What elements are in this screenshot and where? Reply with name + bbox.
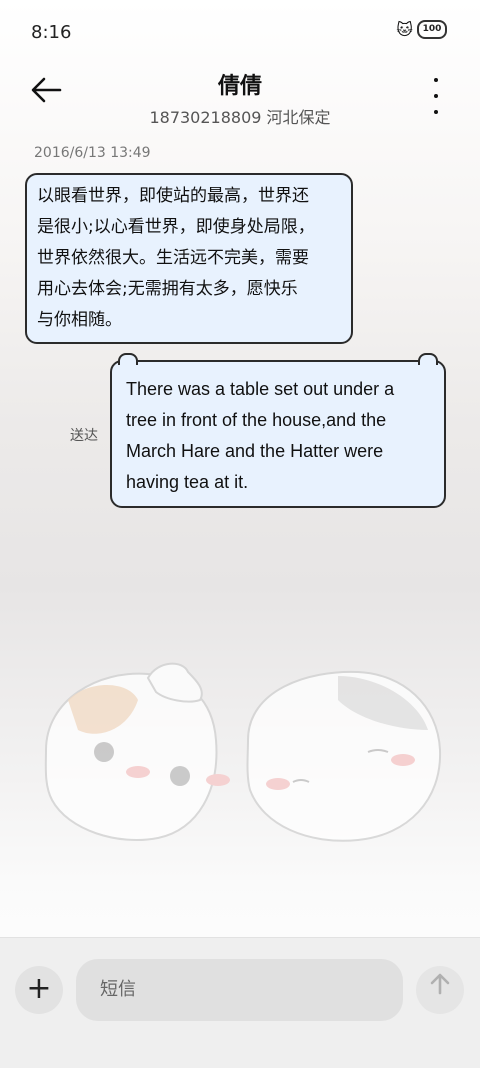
message-input[interactable]: 短信 (76, 959, 403, 1021)
sent-message-line: tree in front of the house,and the (126, 410, 387, 430)
contact-name: 倩倩 (217, 74, 262, 99)
battery-icon: 100 (417, 20, 447, 39)
bubble-ear-decoration (418, 353, 438, 365)
sent-message-bubble[interactable]: There was a table set out under a tree i… (110, 353, 446, 508)
cat-sticker-icon: 🐱 (396, 20, 413, 39)
title-wrap: 倩倩 18730218809 河北保定 (0, 68, 480, 128)
bubble-ear-decoration (118, 353, 138, 365)
more-options-icon[interactable] (430, 78, 442, 114)
status-bar: 8:16 🐱 100 (0, 0, 480, 62)
message-timestamp: 2016/6/13 13:49 (34, 145, 151, 161)
sent-status: 送达 (70, 428, 98, 444)
received-message-line: 以眼看世界，即使站的最高，世界还 (37, 186, 309, 206)
send-arrow-icon (430, 973, 450, 995)
send-button[interactable] (416, 966, 464, 1014)
status-time: 8:16 (31, 22, 72, 43)
sent-message-line: having tea at it. (126, 472, 249, 492)
sent-message-line: There was a table set out under a (126, 379, 395, 399)
received-message-line: 用心去体会;无需拥有太多，愿快乐 (37, 279, 298, 299)
status-icons: 🐱 100 (396, 20, 447, 39)
received-message-bubble[interactable]: 以眼看世界，即使站的最高，世界还 是很小;以心看世界，即使身处局限， 世界依然很… (25, 173, 353, 344)
received-message-line: 是很小;以心看世界，即使身处局限， (37, 217, 315, 237)
received-message-line: 世界依然很大。生活远不完美，需要 (37, 248, 309, 268)
conversation-header: 倩倩 18730218809 河北保定 (0, 62, 480, 132)
contact-subtitle: 18730218809 河北保定 (149, 108, 331, 127)
sent-message-line: March Hare and the Hatter were (126, 441, 384, 461)
received-message-line: 与你相随。 (37, 310, 122, 330)
add-attachment-button[interactable]: + (15, 966, 63, 1014)
mascot-background-illustration (44, 662, 442, 842)
